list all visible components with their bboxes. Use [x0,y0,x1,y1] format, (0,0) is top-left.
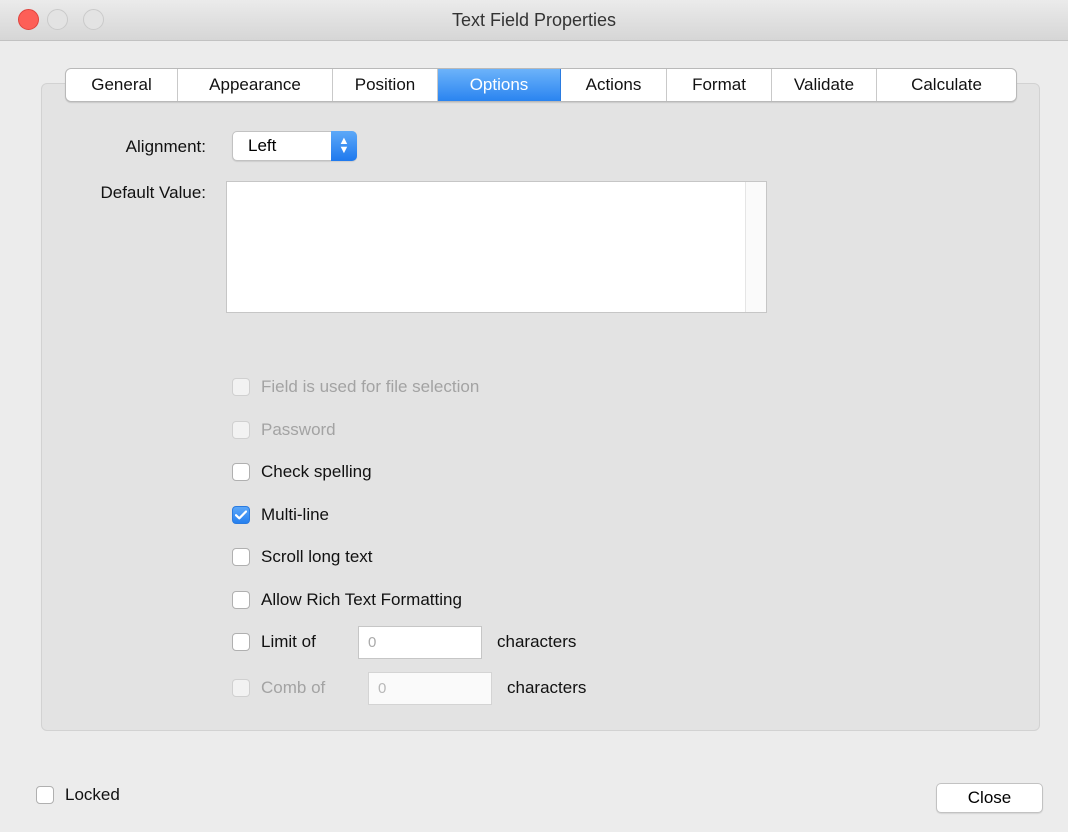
tab-general[interactable]: General [66,69,178,101]
limit-of-input[interactable]: 0 [358,626,482,659]
locked-row: Locked [36,784,120,806]
textarea-scrollbar[interactable] [745,182,766,312]
rich-text-label: Allow Rich Text Formatting [261,590,462,609]
check-spelling-row: Check spelling [232,461,372,483]
file-selection-row: Field is used for file selection [232,376,479,398]
tab-position[interactable]: Position [333,69,438,101]
alignment-select[interactable]: Left ▲ ▼ [232,131,357,161]
window-title: Text Field Properties [451,10,617,30]
comb-of-input[interactable]: 0 [368,672,492,705]
comb-of-row: Comb of [232,677,325,699]
title-bar: Text Field Properties [0,0,1068,41]
comb-of-characters-label: characters [507,678,587,697]
locked-checkbox[interactable] [36,786,54,804]
scroll-long-text-checkbox[interactable] [232,548,250,566]
multi-line-row: Multi-line [232,504,329,526]
comb-of-checkbox[interactable] [232,679,250,697]
password-checkbox[interactable] [232,421,250,439]
default-value-textarea[interactable] [226,181,767,313]
locked-label: Locked [65,785,120,804]
password-label: Password [261,420,336,439]
default-value-label: Default Value: [100,183,206,202]
tab-options[interactable]: Options [438,69,561,101]
file-selection-label: Field is used for file selection [261,377,480,396]
tab-bar: General Appearance Position Options Acti… [65,68,1017,102]
file-selection-checkbox[interactable] [232,378,250,396]
limit-of-label: Limit of [261,632,316,651]
comb-of-label: Comb of [261,678,326,697]
multi-line-checkbox[interactable] [232,506,250,524]
check-spelling-label: Check spelling [261,462,372,481]
rich-text-checkbox[interactable] [232,591,250,609]
tab-format[interactable]: Format [667,69,772,101]
limit-of-checkbox[interactable] [232,633,250,651]
scroll-long-text-label: Scroll long text [261,547,373,566]
tab-validate[interactable]: Validate [772,69,877,101]
password-row: Password [232,419,336,441]
alignment-value: Left [248,136,277,155]
checkmark-icon [235,510,247,520]
scroll-long-text-row: Scroll long text [232,546,373,568]
tab-calculate[interactable]: Calculate [877,69,1016,101]
select-arrows-icon: ▲ ▼ [331,131,357,161]
check-spelling-checkbox[interactable] [232,463,250,481]
rich-text-row: Allow Rich Text Formatting [232,589,462,611]
multi-line-label: Multi-line [261,505,330,524]
alignment-label: Alignment: [125,137,206,156]
limit-of-row: Limit of [232,631,316,653]
close-button[interactable]: Close [936,783,1043,813]
tab-actions[interactable]: Actions [561,69,667,101]
limit-of-characters-label: characters [497,632,577,651]
tab-appearance[interactable]: Appearance [178,69,333,101]
